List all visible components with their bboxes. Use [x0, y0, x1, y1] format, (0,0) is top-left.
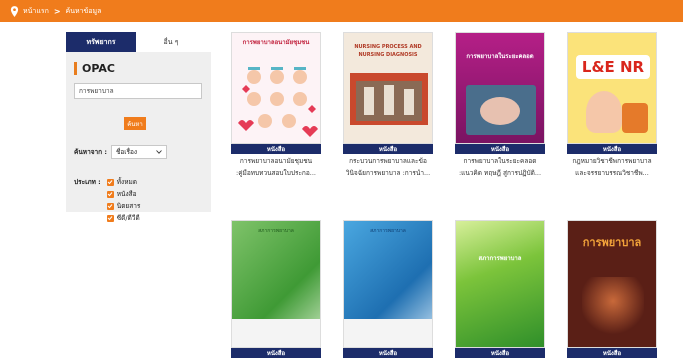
book-title-line-2[interactable]: และจรรยาบรรณวิชาชีพ... [567, 168, 657, 178]
cover-title: NURSING PROCESS AND NURSING DIAGNOSIS [354, 44, 422, 58]
book-cover[interactable]: สภาการพยาบาล [231, 220, 321, 348]
opac-title: OPAC [74, 62, 203, 75]
book-cover[interactable]: การพยาบาลอนามัยชุมชน [231, 32, 321, 144]
book-card[interactable]: การพยาบาล หนังสือ [567, 220, 657, 358]
book-type-badge: หนังสือ [343, 348, 433, 358]
book-card[interactable]: การพยาบาลในระยะคลอด หนังสือ การพยาบาลในร… [455, 32, 545, 178]
cover-title: L&E NR [576, 55, 650, 79]
search-by-value: ชื่อเรื่อง [115, 148, 138, 156]
type-filter-row: ประเภท : ทั้งหมด หนังสือ นิตยสาร ซีดี/ดี… [74, 177, 140, 223]
type-option-magazine[interactable]: นิตยสาร [106, 201, 141, 211]
book-cover[interactable]: การพยาบาล [567, 220, 657, 348]
cover-title: การพยาบาลในระยะคลอด [466, 53, 534, 60]
type-label: ประเภท : [74, 178, 101, 186]
type-option-cd-dvd[interactable]: ซีดี/ดีวีดี [106, 213, 141, 223]
book-cover[interactable]: สภาการพยาบาล [343, 220, 433, 348]
cover-illustration [582, 277, 644, 337]
chevron-down-icon [156, 150, 162, 154]
breadcrumb-current: ค้นหาข้อมูล [65, 6, 102, 15]
tab-others[interactable]: อื่น ๆ [136, 32, 206, 52]
cover-title: สภาการพยาบาล [258, 228, 294, 234]
book-title-line-1[interactable]: การพยาบาลอนามัยชุมชน [231, 156, 321, 166]
book-title-line-2[interactable]: :คู่มือทบทวนสอบใบประกอ... [231, 168, 321, 178]
book-card[interactable]: การพยาบาลอนามัยชุมชน หนังสือ การพยาบาลอน… [231, 32, 321, 178]
book-card[interactable]: สภาการพยาบาล หนังสือ [343, 220, 433, 358]
breadcrumb-home-link[interactable]: หน้าแรก [23, 6, 49, 17]
book-title-line-1[interactable]: กฎหมายวิชาชีพการพยาบาล [567, 156, 657, 166]
book-type-badge: หนังสือ [231, 144, 321, 154]
book-type-badge: หนังสือ [231, 348, 321, 358]
book-cover[interactable]: การพยาบาลในระยะคลอด [455, 32, 545, 144]
book-type-badge: หนังสือ [567, 348, 657, 358]
breadcrumb: หน้าแรก > ค้นหาข้อมูล [0, 0, 683, 22]
nurse-illustration [238, 67, 318, 137]
book-card[interactable]: สภาการพยาบาล หนังสือ [231, 220, 321, 358]
cover-photo [350, 73, 428, 125]
book-card[interactable]: L&E NR หนังสือ กฎหมายวิชาชีพการพยาบาล แล… [567, 32, 657, 178]
book-title-line-1[interactable]: การพยาบาลในระยะคลอด [455, 156, 545, 166]
search-by-row: ค้นหาจาก : ชื่อเรื่อง [74, 145, 167, 159]
search-button[interactable]: ค้นหา [124, 117, 146, 130]
book-type-badge: หนังสือ [343, 144, 433, 154]
type-option-book[interactable]: หนังสือ [106, 189, 141, 199]
search-panel: OPAC การพยาบาล ค้นหา ค้นหาจาก : ชื่อเรื่… [66, 52, 211, 222]
search-by-select[interactable]: ชื่อเรื่อง [110, 145, 167, 159]
search-input[interactable]: การพยาบาล [74, 83, 202, 99]
type-option-all[interactable]: ทั้งหมด [106, 177, 141, 187]
tab-resources[interactable]: ทรัพยากร [66, 32, 136, 52]
book-title-line-1[interactable]: กระบวนการพยาบาลและข้อ [343, 156, 433, 166]
book-cover[interactable]: สภาการพยาบาล [455, 220, 545, 348]
breadcrumb-separator: > [53, 6, 61, 16]
type-option-label: ทั้งหมด [116, 178, 138, 186]
cover-footer [344, 319, 432, 347]
type-option-label: ซีดี/ดีวีดี [116, 214, 140, 222]
type-checkbox-list: ทั้งหมด หนังสือ นิตยสาร ซีดี/ดีวีดี [106, 177, 141, 223]
cover-title: สภาการพยาบาล [478, 255, 522, 262]
type-option-label: นิตยสาร [116, 202, 141, 210]
cover-photo [466, 85, 536, 135]
checkbox-checked-icon [106, 190, 114, 198]
book-card[interactable]: NURSING PROCESS AND NURSING DIAGNOSIS หน… [343, 32, 433, 178]
book-type-badge: หนังสือ [567, 144, 657, 154]
search-sidebar: ทรัพยากร อื่น ๆ OPAC การพยาบาล ค้นหา ค้น… [66, 32, 211, 222]
search-by-label: ค้นหาจาก : [74, 148, 107, 156]
cover-title: สภาการพยาบาล [370, 228, 406, 234]
location-pin-icon [10, 5, 19, 17]
book-type-badge: หนังสือ [455, 348, 545, 358]
book-cover[interactable]: NURSING PROCESS AND NURSING DIAGNOSIS [343, 32, 433, 144]
cover-subtitle [574, 41, 650, 49]
search-tabs: ทรัพยากร อื่น ๆ [66, 32, 211, 52]
book-card[interactable]: สภาการพยาบาล หนังสือ [455, 220, 545, 358]
type-option-label: หนังสือ [116, 190, 137, 198]
cover-illustration [586, 91, 622, 133]
book-type-badge: หนังสือ [455, 144, 545, 154]
book-cover[interactable]: L&E NR [567, 32, 657, 144]
book-title-line-2[interactable]: :แนวคิด ทฤษฎี สู่การปฏิบัติ... [455, 168, 545, 178]
checkbox-checked-icon [106, 202, 114, 210]
checkbox-checked-icon [106, 178, 114, 186]
book-title-line-2[interactable]: วินิจฉัยการพยาบาล :การนำ... [343, 168, 433, 178]
cover-title: การพยาบาล [582, 236, 642, 249]
checkbox-checked-icon [106, 214, 114, 222]
cover-footer [232, 319, 320, 347]
